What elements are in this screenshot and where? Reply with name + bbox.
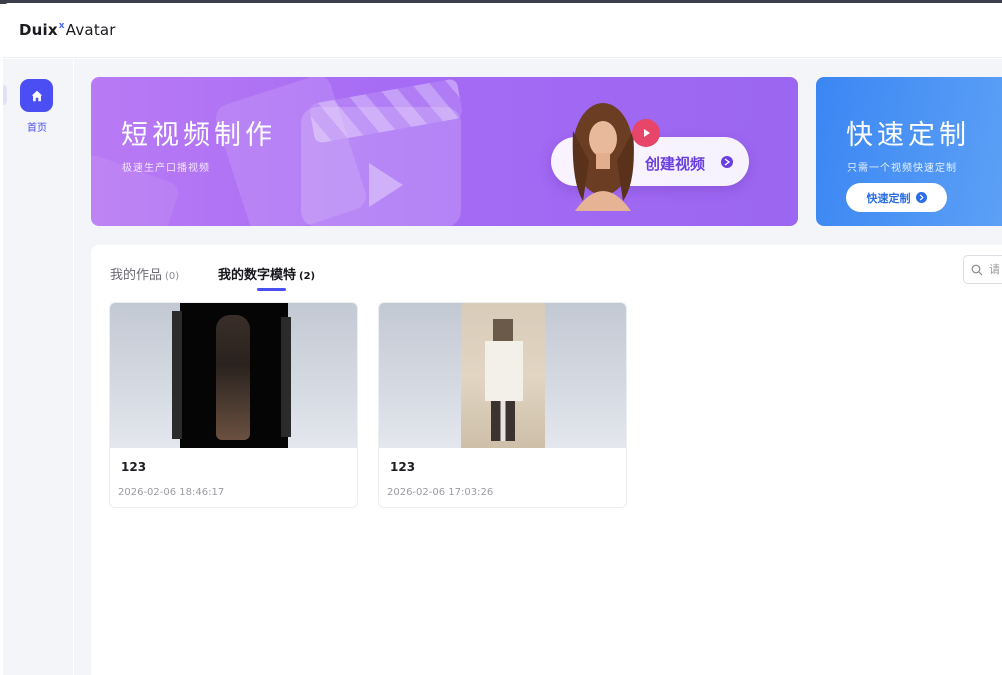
brand-x: x xyxy=(58,21,65,31)
figure-legs xyxy=(491,401,515,441)
figure-head xyxy=(493,319,513,341)
model-figure-image xyxy=(461,303,545,448)
brand-main: Duix xyxy=(19,21,58,39)
play-illustration xyxy=(369,163,403,207)
model-figure-image xyxy=(172,303,291,448)
tab-count: (2) xyxy=(299,271,316,282)
titlebar: Duix x Avatar xyxy=(3,3,1002,58)
brand-suffix: Avatar xyxy=(65,21,116,39)
sidebar-item-home-label[interactable]: 首页 xyxy=(3,119,71,134)
home-icon xyxy=(31,90,42,101)
tab-my-digital-models[interactable]: 我的数字模特 (2) xyxy=(218,264,315,283)
model-title: 123 xyxy=(121,460,147,474)
model-date: 2026-02-06 18:46:17 xyxy=(118,487,225,498)
figure-edge xyxy=(281,317,291,437)
model-card[interactable]: 123 2026-02-06 17:03:26 xyxy=(378,302,627,508)
arrow-right-icon xyxy=(721,156,733,168)
active-tab-indicator xyxy=(257,288,286,291)
tab-label: 我的数字模特 xyxy=(218,268,297,283)
quick-custom-button[interactable]: 快速定制 xyxy=(846,183,947,212)
banner-subtitle: 极速生产口播视频 xyxy=(122,163,210,174)
sidebar-active-indicator xyxy=(3,85,7,105)
main-content: 短视频制作 极速生产口播视频 创建视频 快速定制 只需一个视频快速定制 快速定制… xyxy=(74,59,1002,675)
banner-quick-custom[interactable]: 快速定制 只需一个视频快速定制 快速定制 xyxy=(816,77,1002,226)
model-title: 123 xyxy=(390,460,416,474)
sidebar: 首页 xyxy=(3,59,73,675)
model-card[interactable]: 123 2026-02-06 18:46:17 xyxy=(109,302,358,508)
tab-label: 我的作品 xyxy=(110,268,163,283)
avatar-woman-image xyxy=(572,103,634,211)
figure-shirt xyxy=(485,341,523,401)
tab-my-works[interactable]: 我的作品 (0) xyxy=(110,264,179,283)
banner-title: 快速定制 xyxy=(846,120,970,151)
search-input[interactable] xyxy=(989,263,1002,276)
model-date: 2026-02-06 17:03:26 xyxy=(387,487,494,498)
tab-count: (0) xyxy=(165,271,180,282)
arrow-right-icon xyxy=(915,192,927,203)
sidebar-item-home[interactable] xyxy=(20,79,53,112)
play-icon xyxy=(632,119,660,147)
banner-title: 短视频制作 xyxy=(121,120,276,151)
figure-edge xyxy=(172,311,182,439)
create-video-label: 创建视频 xyxy=(645,155,706,173)
quick-custom-label: 快速定制 xyxy=(866,191,911,205)
banner-short-video[interactable]: 短视频制作 极速生产口播视频 创建视频 xyxy=(91,77,798,226)
search-box[interactable] xyxy=(963,255,1002,284)
content-panel: 我的作品 (0) 我的数字模特 (2) 请 123 2026-02-06 18:… xyxy=(91,245,1002,675)
banner-subtitle: 只需一个视频快速定制 xyxy=(847,163,957,174)
search-icon xyxy=(971,264,983,275)
app-logo: Duix x Avatar xyxy=(19,21,116,39)
figure-body xyxy=(216,315,250,440)
app-window: Duix x Avatar 首页 短视频制作 极速生产口播视频 创建视频 快速定… xyxy=(3,3,1002,675)
model-thumbnail[interactable] xyxy=(379,303,626,448)
model-thumbnail[interactable] xyxy=(110,303,357,448)
